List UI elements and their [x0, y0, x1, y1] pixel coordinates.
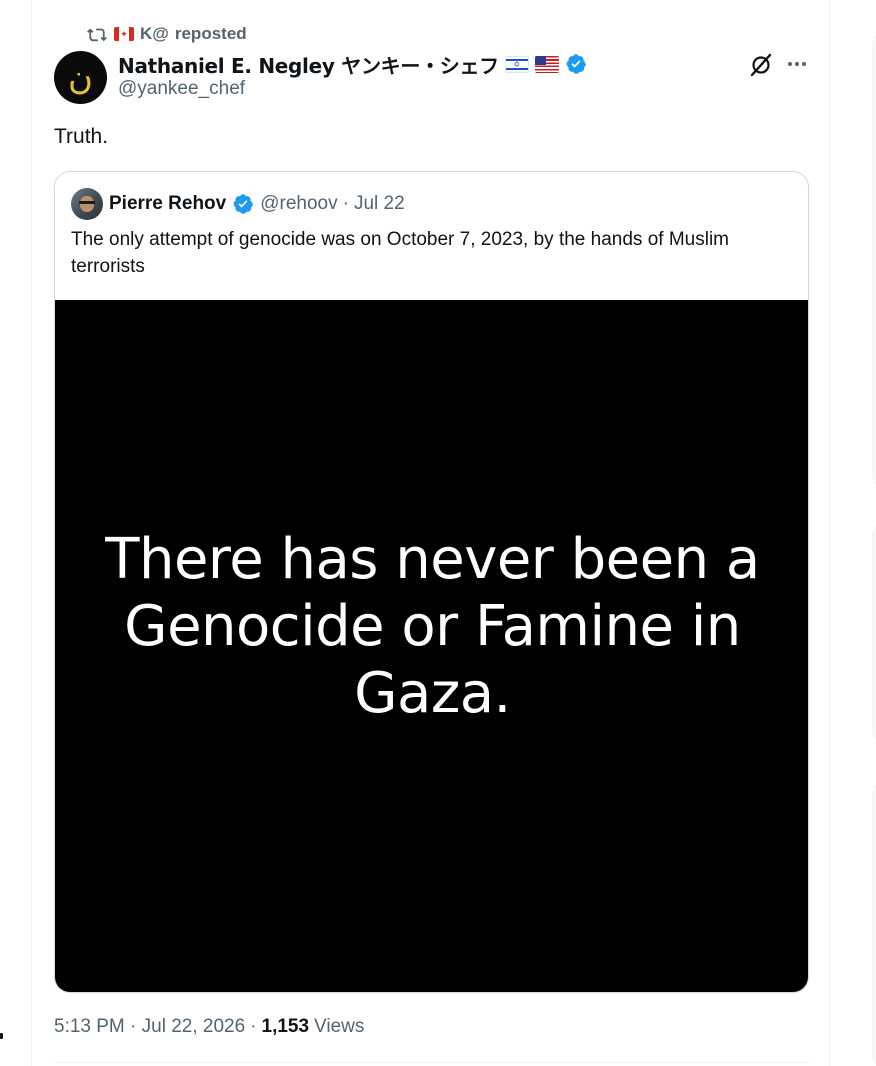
views-label: Views: [314, 1016, 365, 1037]
quoted-author-avatar[interactable]: [71, 188, 103, 220]
reposted-label: reposted: [174, 24, 247, 43]
author-name-row: Nathaniel E. Negley ヤンキー・シェフ ✡: [118, 50, 587, 78]
author-avatar[interactable]: ن: [54, 51, 107, 104]
right-sidebar: [830, 0, 876, 1066]
sidebar-card[interactable]: [872, 780, 876, 1066]
quoted-tweet-header: Pierre Rehov @rehoov · Jul 22: [71, 188, 405, 220]
more-options-icon[interactable]: [784, 52, 810, 76]
meta-separator: ·: [250, 1016, 257, 1037]
sidebar-card[interactable]: [872, 30, 876, 490]
tweet-footer-meta: 5:13 PM · Jul 22, 2026 · 1,153 Views: [54, 1014, 364, 1040]
verified-badge-icon[interactable]: [232, 193, 254, 215]
quoted-author-handle[interactable]: @rehoov: [260, 193, 337, 215]
flag-united-states-icon: [534, 55, 559, 73]
repost-icon: [86, 25, 108, 43]
quoted-date[interactable]: Jul 22: [354, 193, 405, 215]
nun-symbol-icon: ن: [68, 57, 93, 98]
quoted-author-name[interactable]: Pierre Rehov: [109, 193, 226, 215]
meta-separator: ·: [342, 193, 349, 214]
grok-icon[interactable]: [748, 52, 774, 78]
tweet-text: Truth.: [54, 125, 109, 148]
quoted-media-image[interactable]: There has never been a Genocide or Famin…: [55, 300, 808, 992]
flag-canada-icon: ✦: [114, 27, 134, 41]
reposter-name[interactable]: K@: [140, 24, 169, 44]
quoted-tweet-card[interactable]: Pierre Rehov @rehoov · Jul 22 The only a…: [54, 171, 809, 993]
tweet-detail-page: ✦ K@ reposted ن Nathaniel E. Negley ヤンキー…: [0, 0, 876, 1066]
verified-badge-icon[interactable]: [565, 53, 587, 75]
flag-israel-icon: ✡: [504, 55, 529, 73]
edge-mark: [0, 1033, 3, 1039]
divider: [54, 1062, 809, 1063]
views-count: 1,153: [261, 1016, 310, 1037]
sidebar-card[interactable]: [872, 520, 876, 745]
column-border-left: [31, 0, 32, 1066]
media-caption-text: There has never been a Genocide or Famin…: [105, 526, 760, 726]
repost-context[interactable]: ✦ K@ reposted: [86, 23, 247, 45]
author-handle[interactable]: @yankee_chef: [118, 78, 245, 100]
quoted-tweet-text: The only attempt of genocide was on Octo…: [71, 229, 729, 277]
author-display-name[interactable]: Nathaniel E. Negley ヤンキー・シェフ: [118, 50, 499, 79]
tweet-timestamp[interactable]: 5:13 PM · Jul 22, 2026: [54, 1016, 245, 1038]
quoted-meta: @rehoov · Jul 22: [260, 193, 404, 215]
